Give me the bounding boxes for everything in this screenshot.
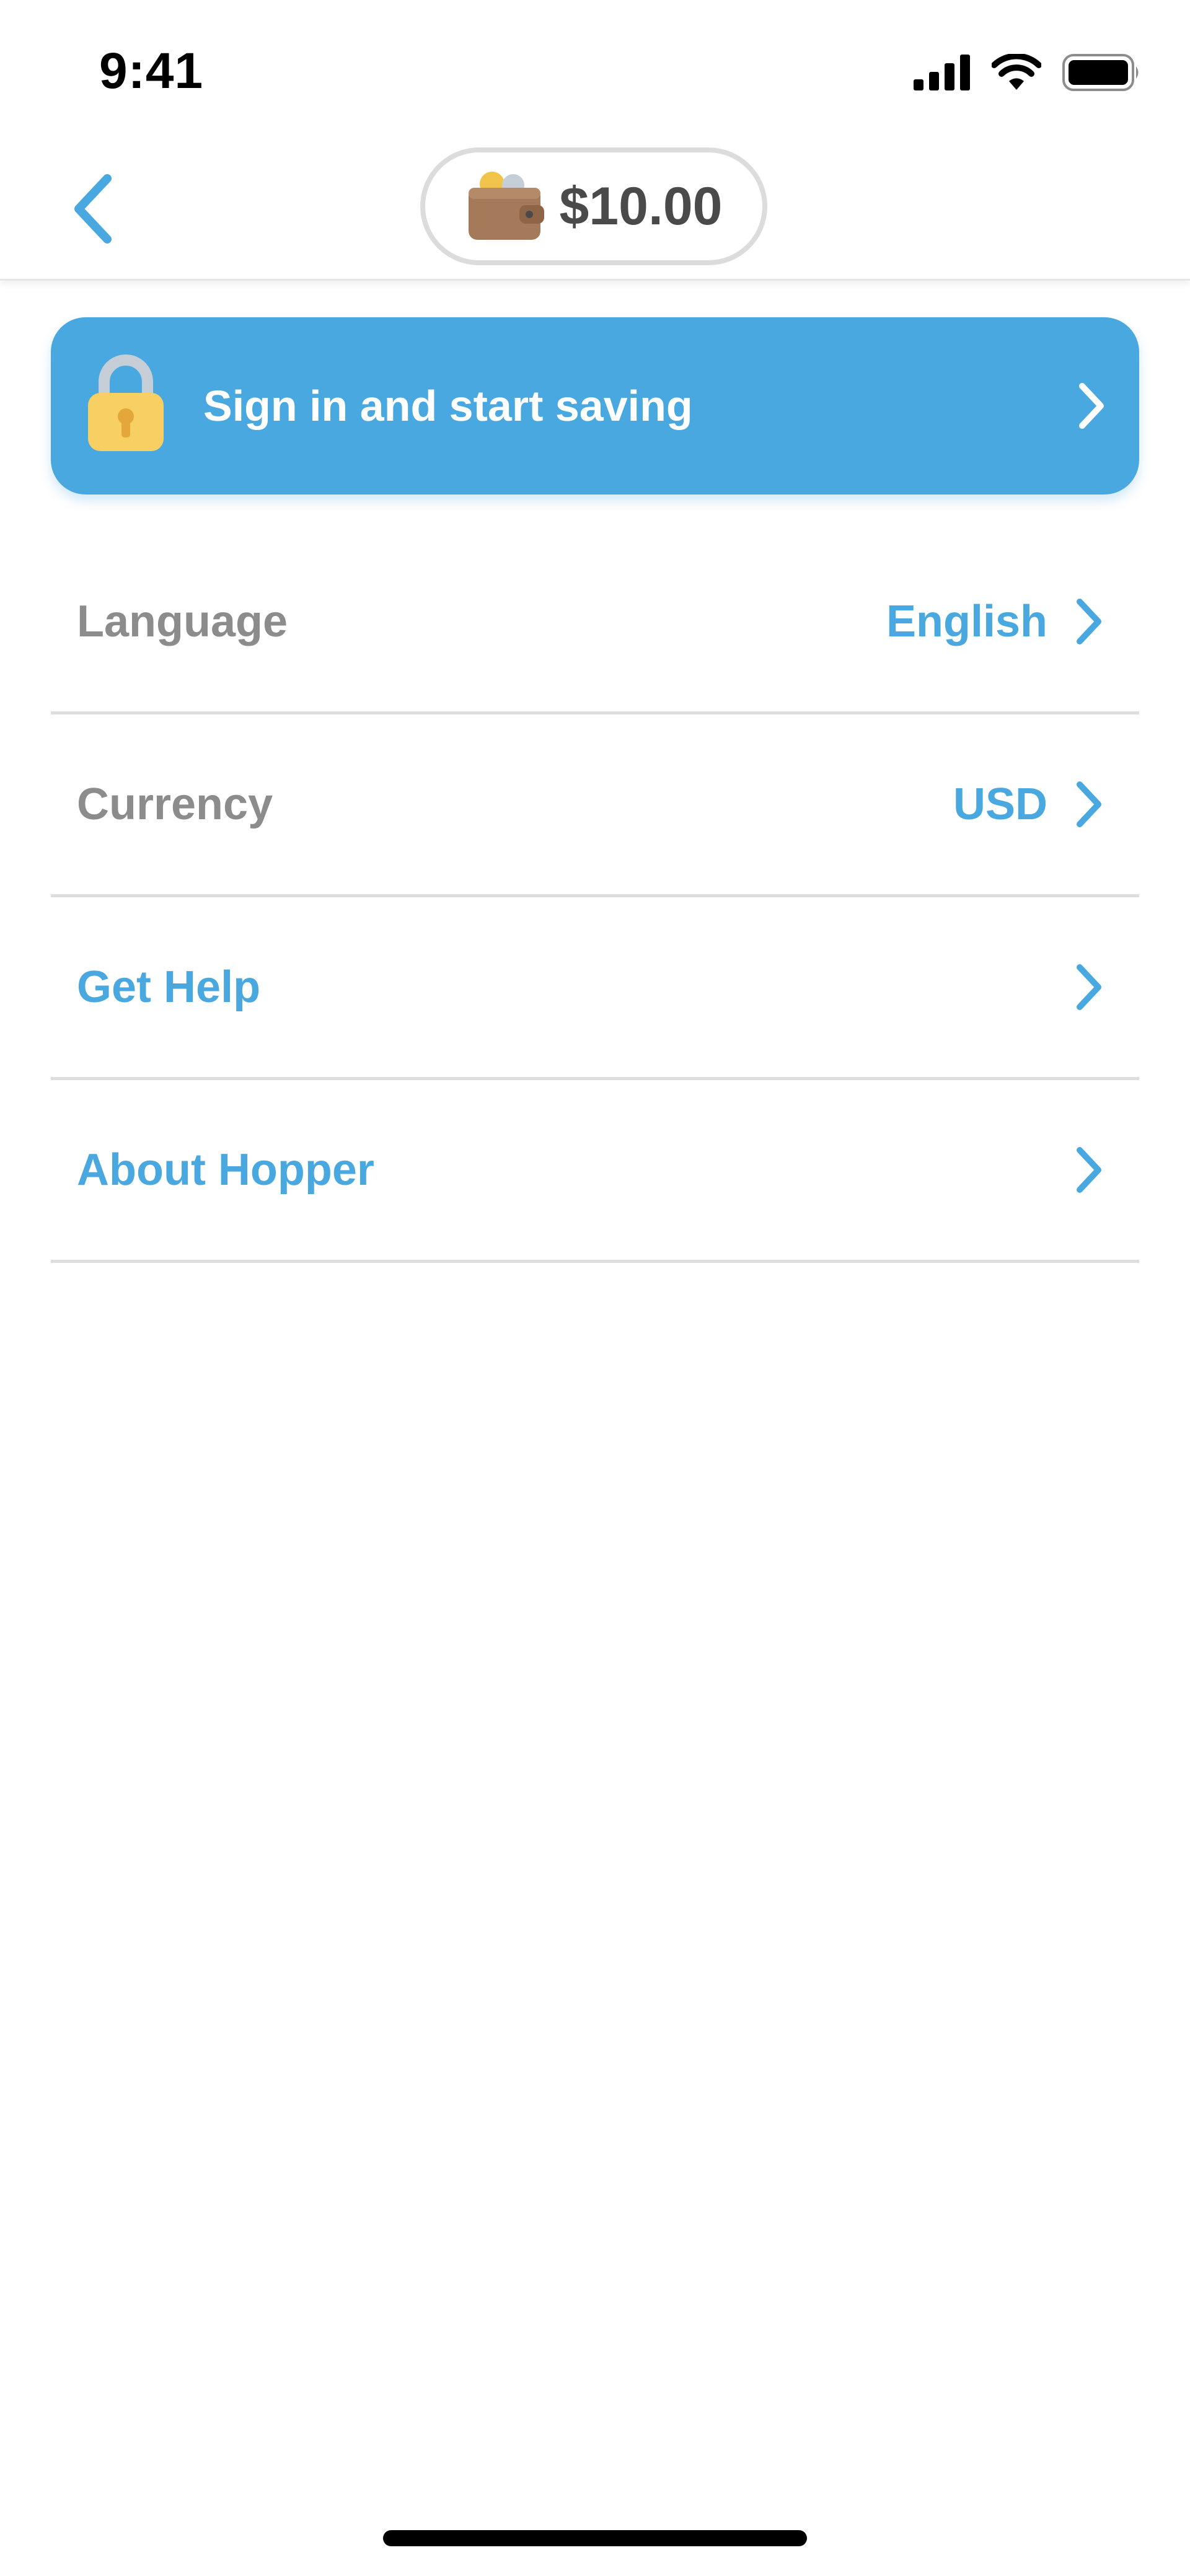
sign-in-banner[interactable]: Sign in and start saving bbox=[51, 317, 1139, 495]
back-button[interactable] bbox=[56, 169, 130, 249]
status-icons bbox=[914, 51, 1142, 94]
status-time: 9:41 bbox=[99, 43, 204, 99]
get-help-label: Get Help bbox=[77, 962, 261, 1012]
sign-in-label: Sign in and start saving bbox=[203, 382, 693, 430]
chevron-right-icon bbox=[1079, 383, 1104, 429]
settings-row-language[interactable]: Language English bbox=[51, 532, 1139, 714]
settings-row-about-hopper[interactable]: About Hopper bbox=[51, 1080, 1139, 1263]
wallet-amount: $10.00 bbox=[559, 176, 723, 236]
settings-row-currency[interactable]: Currency USD bbox=[51, 714, 1139, 897]
chevron-right-icon bbox=[1077, 964, 1101, 1010]
wifi-icon bbox=[992, 54, 1041, 90]
wallet-icon bbox=[469, 172, 545, 240]
nav-bar: $10.00 bbox=[0, 143, 1190, 281]
chevron-right-icon bbox=[1077, 599, 1101, 644]
settings-screen: 9:41 $10.00 Sign in and start saving Lan… bbox=[0, 0, 1190, 2576]
cellular-signal-icon bbox=[914, 55, 970, 90]
language-value: English bbox=[886, 597, 1047, 646]
lock-icon bbox=[88, 354, 164, 451]
currency-value: USD bbox=[953, 780, 1047, 829]
chevron-left-icon bbox=[74, 174, 112, 244]
settings-list: Language English Currency USD Get Help A… bbox=[51, 532, 1139, 1263]
status-bar: 9:41 bbox=[0, 0, 1190, 143]
settings-row-get-help[interactable]: Get Help bbox=[51, 897, 1139, 1080]
home-indicator[interactable] bbox=[383, 2530, 807, 2546]
battery-icon bbox=[1062, 54, 1139, 91]
chevron-right-icon bbox=[1077, 1147, 1101, 1193]
currency-label: Currency bbox=[77, 780, 273, 829]
wallet-balance-button[interactable]: $10.00 bbox=[420, 147, 767, 265]
language-label: Language bbox=[77, 597, 288, 646]
about-hopper-label: About Hopper bbox=[77, 1145, 374, 1195]
chevron-right-icon bbox=[1077, 781, 1101, 827]
